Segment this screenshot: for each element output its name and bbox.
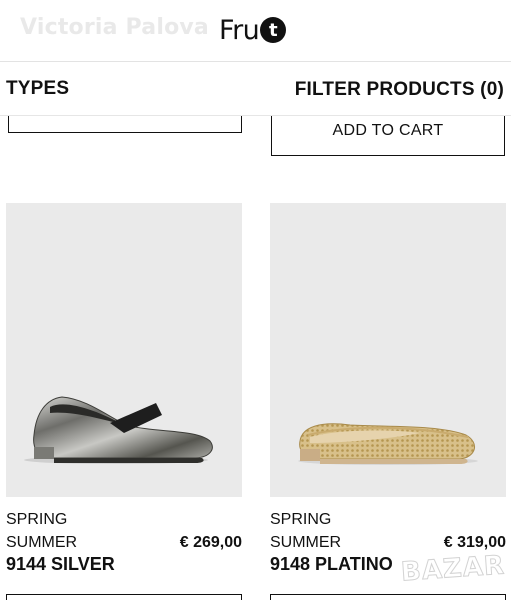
gold-mesh-ballet-flat-shoe-icon: [298, 423, 478, 465]
filter-bar: TYPES FILTER PRODUCTS (0): [0, 62, 511, 116]
add-to-cart-button-partial[interactable]: [270, 594, 506, 600]
silver-ballet-flat-shoe-icon: [24, 396, 213, 464]
season-line-1: SPRING: [270, 511, 332, 528]
product-card[interactable]: SPRING SUMMER € 319,00 9148 PLATINO: [270, 203, 506, 577]
product-name[interactable]: 9148 PLATINO: [270, 554, 393, 575]
product-price: € 319,00: [443, 534, 506, 551]
season-line-2: SUMMER: [6, 534, 78, 551]
season-line-2: SUMMER: [270, 534, 342, 551]
product-image[interactable]: [6, 203, 242, 497]
logo-circle: t: [260, 17, 287, 43]
bazar-watermark: BAZAR: [400, 550, 507, 588]
filter-products-button[interactable]: FILTER PRODUCTS (0): [295, 79, 504, 101]
product-card[interactable]: SPRING SUMMER € 269,00 9144 SILVER: [6, 203, 242, 577]
fruit-logo[interactable]: Fru t: [219, 12, 287, 48]
season-line-1: SPRING: [6, 511, 68, 528]
types-button[interactable]: TYPES: [6, 78, 69, 100]
logo-text: Fru: [219, 14, 260, 46]
brand-name[interactable]: Victoria Palova: [20, 15, 209, 40]
top-bar: Victoria Palova Fru t: [0, 0, 511, 62]
product-image[interactable]: [270, 203, 506, 497]
product-name[interactable]: 9144 SILVER: [6, 554, 115, 575]
product-price: € 269,00: [179, 534, 242, 551]
add-to-cart-button-partial[interactable]: [6, 594, 242, 600]
